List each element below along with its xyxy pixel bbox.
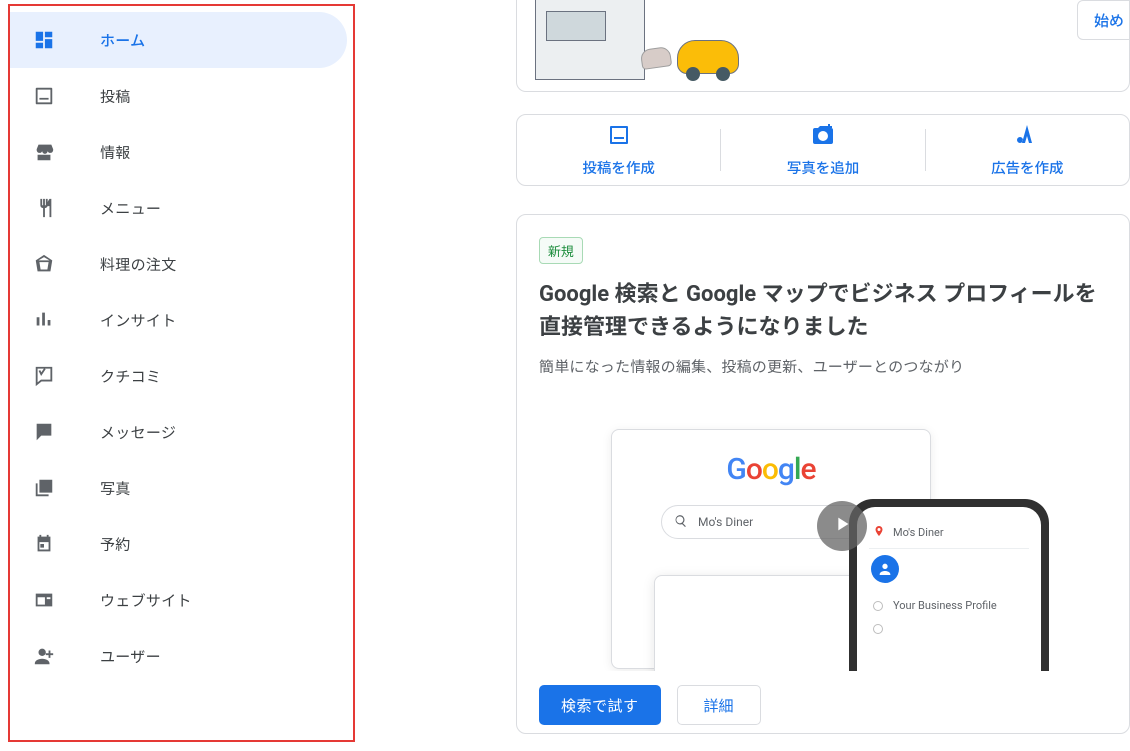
add-photo-icon <box>811 123 835 151</box>
sidebar-item-label: 料理の注文 <box>100 254 177 275</box>
start-button-label: 始め <box>1094 10 1124 31</box>
hero-illustration-building <box>535 0 645 80</box>
pin-icon <box>873 525 885 540</box>
action-label: 広告を作成 <box>991 157 1064 178</box>
main-content: 始め 投稿を作成 写真を追加 広告を作成 新規 Google 検索と Googl <box>516 0 1130 734</box>
sidebar-item-messages[interactable]: メッセージ <box>10 404 347 460</box>
feature-card: 新規 Google 検索と Google マップでビジネス プロフィールを直接管… <box>516 214 1130 734</box>
sidebar-item-home[interactable]: ホーム <box>10 12 347 68</box>
sidebar-item-label: ウェブサイト <box>100 590 192 611</box>
hero-card: 始め <box>516 0 1130 92</box>
learn-more-button[interactable]: 詳細 <box>677 685 761 725</box>
sidebar-item-label: 写真 <box>100 478 131 499</box>
ads-icon <box>1015 123 1039 151</box>
person-add-icon <box>32 644 56 668</box>
sidebar-item-insights[interactable]: インサイト <box>10 292 347 348</box>
takeout-icon <box>32 252 56 276</box>
action-label: 投稿を作成 <box>582 157 655 178</box>
sidebar-nav: ホーム 投稿 情報 メニュー 料理の注文 インサイト クチコミ <box>8 4 355 742</box>
post-icon <box>32 84 56 108</box>
action-create-post[interactable]: 投稿を作成 <box>517 115 720 185</box>
sidebar-item-label: 情報 <box>100 142 131 163</box>
play-video-button[interactable] <box>817 501 867 551</box>
feature-title: Google 検索と Google マップでビジネス プロフィールを直接管理でき… <box>539 278 1107 344</box>
storefront-icon <box>32 140 56 164</box>
start-button[interactable]: 始め <box>1077 0 1130 40</box>
action-create-ad[interactable]: 広告を作成 <box>926 115 1129 185</box>
bar-chart-icon <box>32 308 56 332</box>
mock-phone-frame: Mo's Diner Your Business Profile <box>849 499 1049 671</box>
sidebar-item-posts[interactable]: 投稿 <box>10 68 347 124</box>
feature-actions: 検索で試す 詳細 <box>539 685 1107 725</box>
feature-preview: Google Mo's Diner Mo's Diner <box>539 403 1107 671</box>
search-icon <box>674 514 688 531</box>
review-icon <box>32 364 56 388</box>
sidebar-item-info[interactable]: 情報 <box>10 124 347 180</box>
sidebar-item-label: インサイト <box>100 310 177 331</box>
photo-library-icon <box>32 476 56 500</box>
mock-phone-location-row: Mo's Diner <box>869 517 1029 549</box>
google-logo: Google <box>612 452 930 487</box>
hero-illustration-car <box>677 40 739 74</box>
play-icon <box>831 513 853 539</box>
web-icon <box>32 588 56 612</box>
action-add-photo[interactable]: 写真を追加 <box>721 115 924 185</box>
sidebar-item-bookings[interactable]: 予約 <box>10 516 347 572</box>
sidebar-item-photos[interactable]: 写真 <box>10 460 347 516</box>
dashboard-icon <box>32 28 56 52</box>
mock-phone-list-item <box>869 618 1029 640</box>
sidebar-item-label: メニュー <box>100 198 161 219</box>
sidebar-item-label: 投稿 <box>100 86 131 107</box>
sidebar-item-reviews[interactable]: クチコミ <box>10 348 347 404</box>
try-on-search-button[interactable]: 検索で試す <box>539 685 661 725</box>
sidebar-item-food-order[interactable]: 料理の注文 <box>10 236 347 292</box>
sidebar-item-label: ユーザー <box>100 646 161 667</box>
post-add-icon <box>607 123 631 151</box>
mock-avatar <box>871 555 899 583</box>
chat-icon <box>32 420 56 444</box>
new-badge: 新規 <box>539 237 583 264</box>
sidebar-item-menu[interactable]: メニュー <box>10 180 347 236</box>
calendar-icon <box>32 532 56 556</box>
sidebar-item-label: クチコミ <box>100 366 161 387</box>
quick-actions-card: 投稿を作成 写真を追加 広告を作成 <box>516 114 1130 186</box>
sidebar-item-label: ホーム <box>100 30 145 51</box>
action-label: 写真を追加 <box>787 157 860 178</box>
sidebar-item-label: メッセージ <box>100 422 176 443</box>
sidebar-item-website[interactable]: ウェブサイト <box>10 572 347 628</box>
mock-phone-list-item: Your Business Profile <box>869 593 1029 618</box>
sidebar-item-users[interactable]: ユーザー <box>10 628 347 684</box>
feature-subtitle: 簡単になった情報の編集、投稿の更新、ユーザーとのつながり <box>539 356 1107 377</box>
restaurant-icon <box>32 196 56 220</box>
mock-search-text: Mo's Diner <box>698 515 753 529</box>
sidebar-item-label: 予約 <box>100 534 131 555</box>
hero-illustration-croissant <box>640 46 672 70</box>
